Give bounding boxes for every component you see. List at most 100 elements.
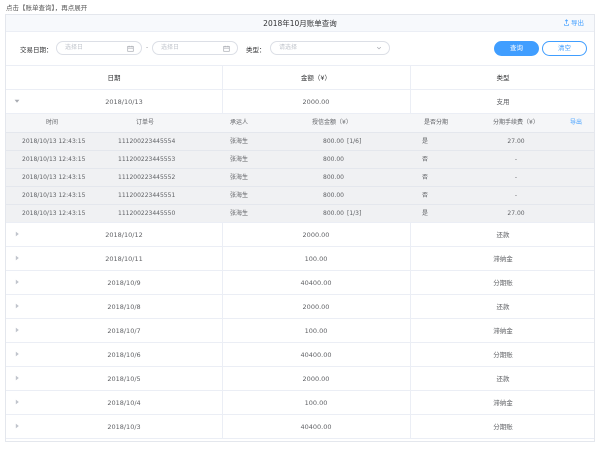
table-row[interactable]: 2018/10/5 2000.00 还款	[6, 367, 594, 391]
caret-right-icon[interactable]	[14, 375, 20, 381]
row-type: 滞纳金	[493, 327, 513, 335]
caret-right-icon[interactable]	[14, 327, 20, 333]
detail-fee: -	[514, 156, 518, 163]
start-date-input[interactable]: 选择日	[56, 41, 142, 55]
caret-right-icon[interactable]	[14, 351, 20, 357]
detail-time: 2018/10/13 12:43:15	[22, 138, 86, 145]
row-date: 2018/10/12	[105, 231, 143, 239]
detail-row: 2018/10/13 12:43:15 111200223445554 张海生 800…	[6, 132, 594, 150]
detail-fee: 27.00	[507, 210, 525, 217]
chevron-down-icon	[376, 46, 382, 50]
detail-credit-amount: 800.00	[323, 192, 344, 199]
detail-fee: -	[514, 174, 518, 181]
start-date-placeholder: 选择日	[65, 44, 84, 51]
row-amount: 2000.00	[302, 375, 330, 383]
export-label: 导出	[571, 19, 584, 27]
row-type: 分期账	[493, 351, 513, 359]
expanded-detail: 时间 订单号 承运人 授信金额（¥） 是否分期 分期手续费（¥） 导出 2018…	[6, 114, 594, 223]
detail-carrier: 张海生	[230, 156, 249, 163]
row-amount: 2000.00	[302, 231, 330, 239]
row-amount: 100.00	[304, 327, 328, 335]
instruction-hint: 点击【账单查询】，再点展开	[6, 4, 88, 12]
range-separator: -	[146, 44, 149, 51]
row-date: 2018/10/11	[105, 255, 143, 263]
detail-col-order: 订单号	[136, 119, 155, 126]
caret-right-icon[interactable]	[14, 399, 20, 405]
end-date-input[interactable]: 选择日	[152, 41, 238, 55]
table-row[interactable]: 2018/10/4 100.00 滞纳金	[6, 391, 594, 415]
row-amount: 100.00	[304, 255, 328, 263]
clear-button[interactable]: 清空	[542, 41, 587, 56]
table-row[interactable]: 2018/10/11 100.00 滞纳金	[6, 247, 594, 271]
table-row-expanded[interactable]: 2018/10/13 2000.00 支用	[6, 90, 594, 114]
detail-credit-amount: 800.00	[323, 156, 344, 163]
export-button[interactable]: 导出	[563, 15, 584, 32]
row-date: 2018/10/8	[107, 303, 141, 311]
column-type: 类型	[496, 74, 510, 82]
column-amount: 金额（¥）	[300, 74, 332, 82]
detail-time: 2018/10/13 12:43:15	[22, 192, 86, 199]
table-row[interactable]: 2018/10/9 40400.00 分期账	[6, 271, 594, 295]
end-date-placeholder: 选择日	[161, 44, 180, 51]
export-icon	[564, 19, 569, 26]
detail-fee: 27.00	[507, 138, 525, 145]
panel-header: 2018年10月账单查询 导出	[6, 15, 594, 32]
caret-right-icon[interactable]	[14, 279, 20, 285]
caret-right-icon[interactable]	[14, 423, 20, 429]
row-date: 2018/10/6	[107, 351, 141, 359]
row-amount: 40400.00	[300, 351, 332, 359]
row-date: 2018/10/4	[107, 399, 141, 407]
row-type: 还款	[496, 231, 510, 239]
table-row[interactable]: 2018/10/6 40400.00 分期账	[6, 343, 594, 367]
detail-order: 111200223445554	[118, 138, 176, 145]
detail-installment: 否	[422, 192, 429, 199]
detail-installment: 是	[422, 138, 429, 145]
caret-right-icon[interactable]	[14, 303, 20, 309]
caret-right-icon[interactable]	[14, 255, 20, 261]
row-type: 分期账	[493, 279, 513, 287]
row-type: 还款	[496, 303, 510, 311]
detail-row: 2018/10/13 12:43:15 111200223445553 张海生 800…	[6, 150, 594, 168]
detail-credit-amount: 800.00	[323, 210, 344, 217]
detail-period: [1/6]	[347, 138, 362, 145]
row-date: 2018/10/13	[105, 98, 143, 106]
table-row[interactable]: 2018/10/7 100.00 滞纳金	[6, 319, 594, 343]
row-amount: 2000.00	[302, 98, 330, 106]
detail-order: 111200223445551	[118, 192, 176, 199]
calendar-icon	[223, 45, 230, 52]
row-date: 2018/10/3	[107, 423, 141, 431]
table-header: 日期 金额（¥） 类型	[6, 66, 594, 90]
date-label: 交易日期：	[20, 46, 53, 54]
detail-installment: 是	[422, 210, 429, 217]
row-date: 2018/10/9	[107, 279, 141, 287]
detail-order: 111200223445552	[118, 174, 176, 181]
type-select[interactable]: 请选择	[270, 41, 390, 55]
row-date: 2018/10/7	[107, 327, 141, 335]
query-button[interactable]: 查询	[494, 41, 539, 56]
detail-col-installment: 是否分期	[424, 119, 449, 126]
table-row[interactable]: 2018/10/8 2000.00 还款	[6, 295, 594, 319]
detail-header: 时间 订单号 承运人 授信金额（¥） 是否分期 分期手续费（¥） 导出	[6, 114, 594, 132]
type-label: 类型：	[246, 46, 266, 54]
type-placeholder: 请选择	[279, 44, 298, 51]
detail-fee: -	[514, 192, 518, 199]
detail-time: 2018/10/13 12:43:15	[22, 156, 86, 163]
detail-credit-amount: 800.00	[323, 138, 344, 145]
table-row[interactable]: 2018/10/3 40400.00 分期账	[6, 415, 594, 439]
table-row[interactable]: 2018/10/12 2000.00 还款	[6, 223, 594, 247]
detail-col-time: 时间	[46, 119, 59, 126]
detail-carrier: 张海生	[230, 174, 249, 181]
filter-bar: 交易日期： 选择日 - 选择日 类型： 请选择 查询 清空	[6, 32, 594, 66]
detail-col-carrier: 承运人	[230, 119, 249, 126]
row-type: 还款	[496, 375, 510, 383]
detail-time: 2018/10/13 12:43:15	[22, 174, 86, 181]
detail-carrier: 张海生	[230, 138, 249, 145]
detail-order: 111200223445550	[118, 210, 176, 217]
row-amount: 40400.00	[300, 279, 332, 287]
row-amount: 100.00	[304, 399, 328, 407]
row-date: 2018/10/5	[107, 375, 141, 383]
row-type: 滞纳金	[493, 399, 513, 407]
caret-right-icon[interactable]	[14, 231, 20, 237]
detail-export-link[interactable]: 导出	[570, 114, 582, 132]
caret-down-icon[interactable]	[14, 98, 20, 104]
